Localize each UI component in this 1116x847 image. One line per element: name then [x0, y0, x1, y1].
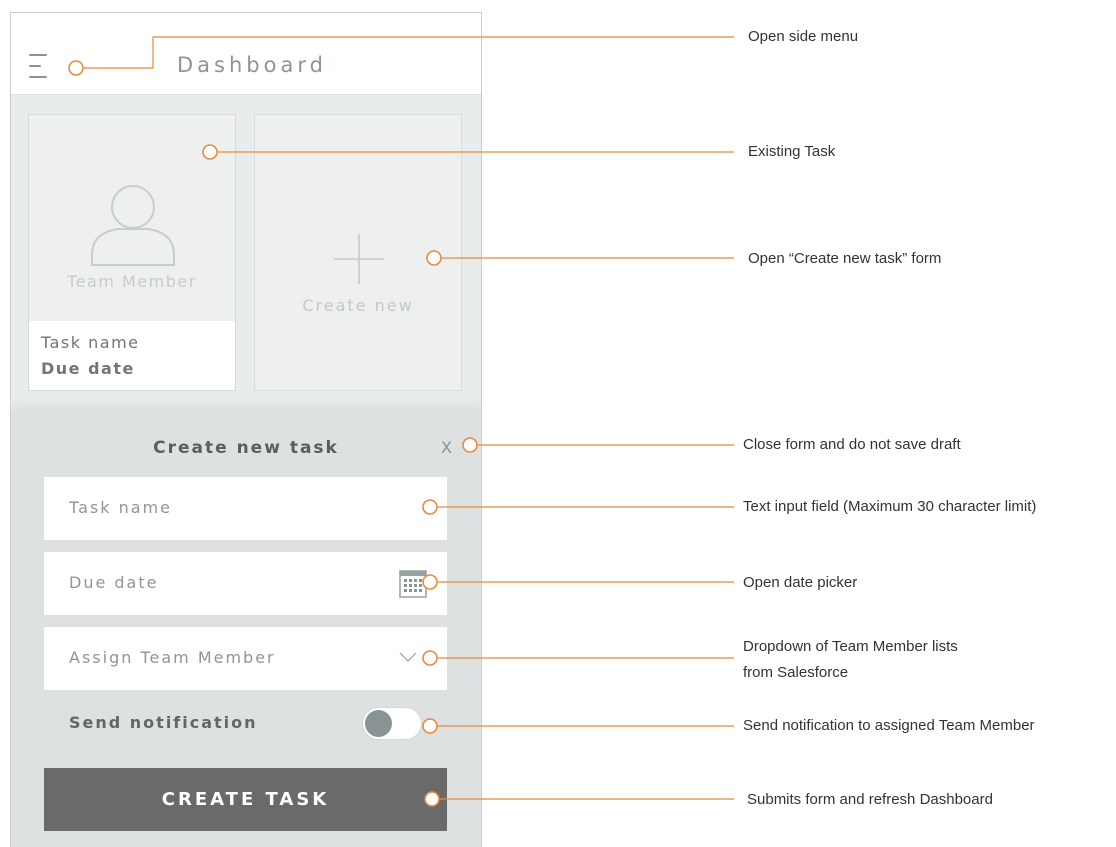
annotation-submit: Submits form and refresh Dashboard [747, 791, 993, 808]
annotation-dropdown-line2: from Salesforce [743, 664, 849, 681]
phone-wireframe: Dashboard Team Member Task name Due date… [10, 12, 482, 847]
page-title: Dashboard [177, 53, 327, 77]
send-notification-label: Send notification [69, 713, 258, 732]
top-app-bar: Dashboard [11, 13, 481, 95]
create-new-card[interactable]: Create new [254, 114, 462, 391]
due-date-placeholder: Due date [69, 573, 159, 592]
plus-icon [334, 234, 384, 284]
task-card-info: Task name Due date [29, 321, 235, 390]
assign-team-member-placeholder: Assign Team Member [69, 648, 276, 667]
annotation-text-input: Text input field (Maximum 30 character l… [743, 498, 1037, 515]
chevron-down-icon [399, 652, 417, 663]
due-date-text: Due date [41, 359, 135, 378]
create-task-button[interactable]: CREATE TASK [44, 768, 447, 831]
task-name-input[interactable]: Task name [44, 477, 447, 540]
close-form-button[interactable]: X [441, 438, 452, 457]
hamburger-menu-icon[interactable] [29, 54, 49, 82]
annotation-side-menu: Open side menu [748, 28, 859, 45]
annotation-send-notification: Send notification to assigned Team Membe… [743, 717, 1035, 734]
annotation-existing-task: Existing Task [748, 143, 836, 160]
task-card-image: Team Member [29, 115, 235, 321]
task-name-placeholder: Task name [69, 498, 172, 517]
create-new-label: Create new [302, 296, 414, 315]
toggle-knob [365, 710, 392, 737]
task-name-text: Task name [41, 333, 140, 352]
annotation-close-form: Close form and do not save draft [743, 436, 961, 453]
annotation-open-create: Open “Create new task” form [748, 250, 942, 267]
existing-task-card[interactable]: Team Member Task name Due date [28, 114, 236, 391]
send-notification-toggle[interactable] [362, 707, 422, 740]
form-title: Create new task [153, 438, 339, 458]
annotation-dropdown-line1: Dropdown of Team Member lists [743, 638, 958, 655]
calendar-icon[interactable] [399, 570, 427, 598]
user-avatar-icon [91, 185, 175, 266]
team-member-label: Team Member [67, 272, 197, 291]
assign-team-member-dropdown[interactable]: Assign Team Member [44, 627, 447, 690]
create-task-form: Create new task X Task name Due date Ass… [11, 411, 481, 847]
annotation-date-picker: Open date picker [743, 574, 858, 591]
due-date-input[interactable]: Due date [44, 552, 447, 615]
